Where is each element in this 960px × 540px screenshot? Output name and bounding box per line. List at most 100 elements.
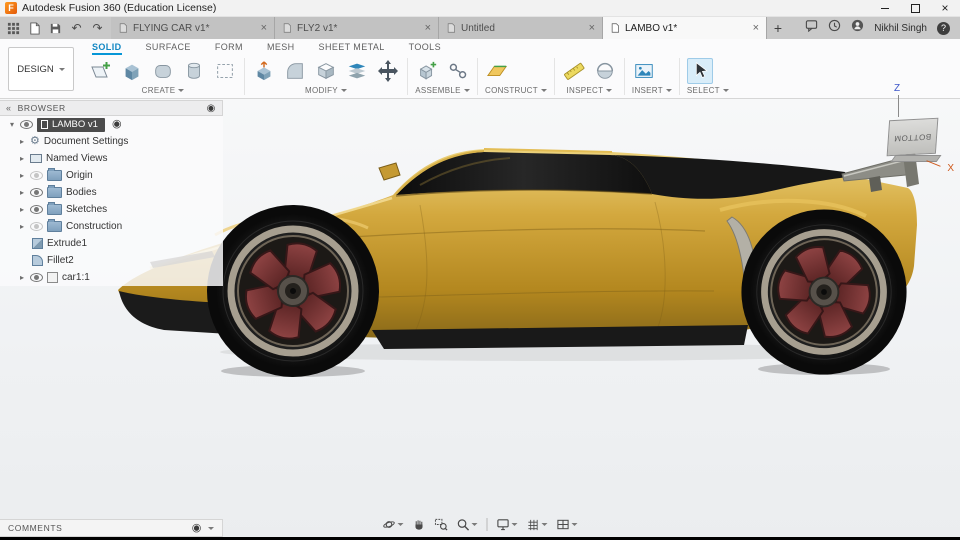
tab-untitled[interactable]: Untitled × (439, 17, 603, 39)
viewcube[interactable]: Z BOTTOM X (880, 83, 954, 185)
grid-settings-icon[interactable] (524, 516, 551, 533)
select-cursor-icon[interactable] (686, 58, 713, 84)
move-icon[interactable] (376, 59, 400, 83)
browser-root-row[interactable]: ▾ LAMBO v1 ◉ (0, 116, 223, 133)
tab-sheet-metal[interactable]: SHEET METAL (319, 42, 385, 55)
tab-close-icon[interactable]: × (589, 22, 595, 34)
panel-options-icon[interactable]: ◉ (207, 103, 216, 114)
zoom-window-icon[interactable] (432, 516, 451, 533)
chevron-down-icon[interactable] (208, 526, 214, 530)
help-icon[interactable]: ? (937, 21, 950, 35)
construction-plane-icon[interactable] (485, 59, 509, 83)
tab-lambo[interactable]: LAMBO v1* × (603, 17, 767, 39)
file-menu-icon[interactable] (24, 17, 45, 39)
inspect-group-label[interactable]: INSPECT (562, 86, 617, 95)
tab-surface[interactable]: SURFACE (146, 42, 191, 55)
browser-item-car1[interactable]: ▸ car1:1 (0, 269, 223, 286)
tab-fly2[interactable]: FLY2 v1* × (275, 17, 439, 39)
viewports-icon[interactable] (554, 516, 581, 533)
expand-icon[interactable]: ▸ (18, 171, 26, 180)
save-icon[interactable] (45, 17, 66, 39)
viewcube-side-face[interactable] (890, 155, 942, 162)
collapse-panel-icon[interactable]: « (6, 103, 12, 113)
root-node-badge[interactable]: LAMBO v1 (37, 117, 105, 132)
app-grid-icon[interactable] (3, 17, 24, 39)
tab-form[interactable]: FORM (215, 42, 243, 55)
activate-component-icon[interactable]: ◉ (112, 119, 122, 130)
construct-group-label[interactable]: CONSTRUCT (485, 86, 547, 95)
combine-icon[interactable] (345, 59, 369, 83)
job-status-icon[interactable] (828, 19, 841, 37)
browser-item-label: Extrude1 (47, 238, 88, 249)
viewcube-face[interactable]: BOTTOM (886, 117, 939, 157)
visibility-eye-icon[interactable] (30, 188, 43, 197)
tab-close-icon[interactable]: × (261, 22, 267, 34)
expand-icon[interactable]: ▸ (18, 188, 26, 197)
visibility-eye-icon[interactable] (20, 120, 33, 129)
new-tab-button[interactable]: + (767, 17, 789, 39)
insert-group-label[interactable]: INSERT (632, 86, 672, 95)
comment-bubble-icon[interactable] (805, 19, 818, 37)
new-component-icon[interactable] (415, 59, 439, 83)
create-sketch-icon[interactable] (89, 59, 113, 83)
browser-item-document-settings[interactable]: ▸ ⚙ Document Settings (0, 133, 223, 150)
comments-bar[interactable]: COMMENTS ◉ (0, 519, 223, 537)
chevron-down-icon (58, 67, 65, 71)
pan-icon[interactable] (410, 516, 429, 533)
tab-solid[interactable]: SOLID (92, 42, 122, 55)
measure-icon[interactable] (562, 59, 586, 83)
cylinder-icon[interactable] (182, 59, 206, 83)
expand-icon[interactable]: ▸ (18, 137, 26, 146)
pattern-icon[interactable] (213, 59, 237, 83)
browser-item-fillet2[interactable]: Fillet2 (0, 252, 223, 269)
browser-item-sketches[interactable]: ▸ Sketches (0, 201, 223, 218)
insert-canvas-icon[interactable] (632, 59, 656, 83)
orbit-icon[interactable] (380, 516, 407, 533)
tab-close-icon[interactable]: × (753, 22, 759, 34)
redo-icon[interactable]: ↷ (87, 17, 108, 39)
tab-close-icon[interactable]: × (425, 22, 431, 34)
visibility-eye-icon[interactable] (30, 205, 43, 214)
expand-icon[interactable]: ▸ (18, 273, 26, 282)
select-group-label[interactable]: SELECT (687, 86, 729, 95)
form-icon[interactable] (151, 59, 175, 83)
joint-icon[interactable] (446, 59, 470, 83)
section-icon[interactable] (593, 59, 617, 83)
close-button[interactable]: × (930, 0, 960, 16)
expand-icon[interactable]: ▸ (18, 205, 26, 214)
browser-item-extrude1[interactable]: Extrude1 (0, 235, 223, 252)
browser-item-named-views[interactable]: ▸ Named Views (0, 150, 223, 167)
user-name[interactable]: Nikhil Singh (874, 23, 927, 34)
tab-tools[interactable]: TOOLS (409, 42, 441, 55)
shell-icon[interactable] (314, 59, 338, 83)
comments-options-icon[interactable]: ◉ (192, 522, 202, 534)
chevron-down-icon (397, 523, 404, 526)
visibility-eye-icon[interactable] (30, 222, 43, 231)
browser-item-origin[interactable]: ▸ Origin (0, 167, 223, 184)
design-workspace-selector[interactable]: DESIGN (8, 47, 74, 91)
fillet-feature-icon (32, 255, 43, 266)
tab-mesh[interactable]: MESH (267, 42, 295, 55)
viewport-canvas[interactable]: Z BOTTOM X « BROWSER ◉ ▾ LAMBO v1 ◉ ▸ ⚙ … (0, 83, 960, 540)
extrude-box-icon[interactable] (120, 59, 144, 83)
create-group-label[interactable]: CREATE (89, 86, 237, 95)
fillet-icon[interactable] (283, 59, 307, 83)
expand-icon[interactable]: ▸ (18, 222, 26, 231)
display-settings-icon[interactable] (494, 516, 521, 533)
zoom-icon[interactable] (454, 516, 481, 533)
expand-icon[interactable]: ▸ (18, 154, 26, 163)
browser-item-label: Fillet2 (47, 255, 74, 266)
minimize-button[interactable] (870, 0, 900, 16)
browser-item-bodies[interactable]: ▸ Bodies (0, 184, 223, 201)
visibility-eye-icon[interactable] (30, 171, 43, 180)
tab-flying-car[interactable]: FLYING CAR v1* × (111, 17, 275, 39)
avatar-icon[interactable] (851, 19, 864, 37)
press-pull-icon[interactable] (252, 59, 276, 83)
modify-group-label[interactable]: MODIFY (252, 86, 400, 95)
assemble-group-label[interactable]: ASSEMBLE (415, 86, 470, 95)
restore-button[interactable] (900, 0, 930, 16)
undo-icon[interactable]: ↶ (66, 17, 87, 39)
expand-icon[interactable]: ▾ (8, 120, 16, 129)
visibility-eye-icon[interactable] (30, 273, 43, 282)
browser-item-construction[interactable]: ▸ Construction (0, 218, 223, 235)
